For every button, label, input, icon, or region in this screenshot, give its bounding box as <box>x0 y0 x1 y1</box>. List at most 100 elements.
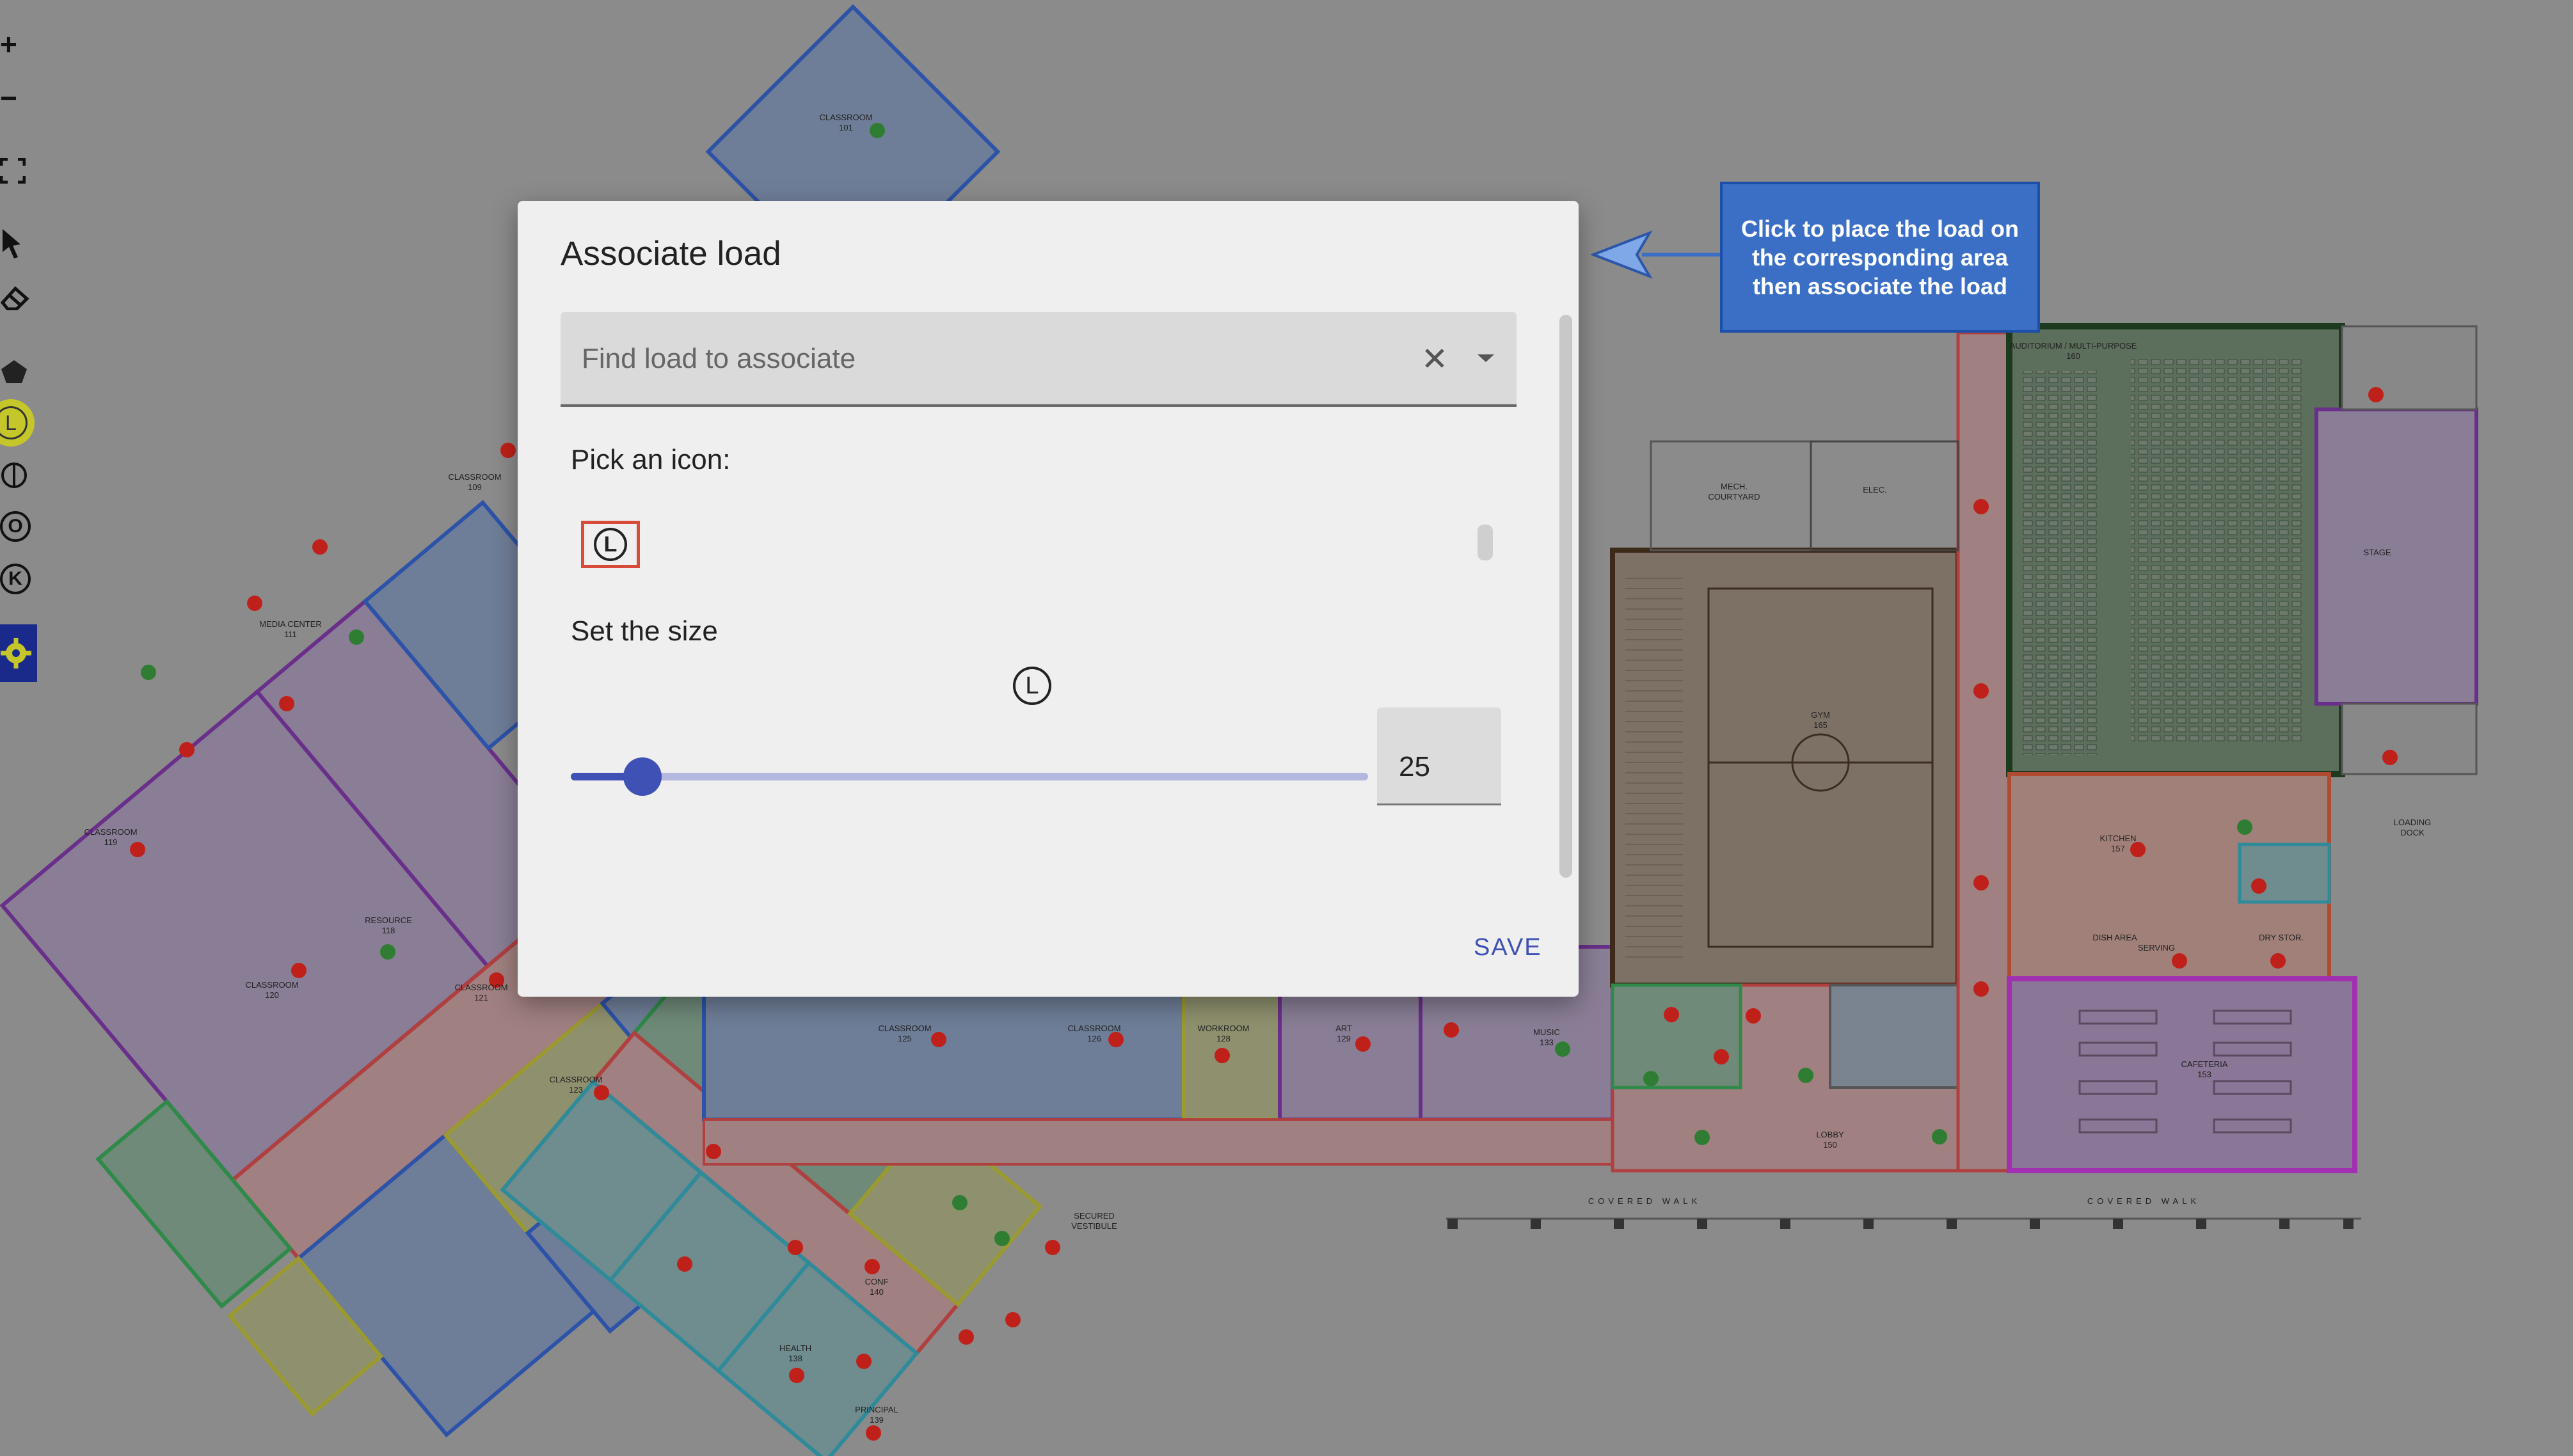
select-tool-button[interactable] <box>0 223 37 265</box>
split-load-tool-button[interactable] <box>0 454 37 496</box>
svg-text:CLASSROOM: CLASSROOM <box>549 1075 602 1084</box>
size-value: 25 <box>1399 751 1430 782</box>
svg-text:138: 138 <box>788 1354 802 1363</box>
size-input[interactable]: 25 <box>1377 708 1501 805</box>
svg-text:CLASSROOM: CLASSROOM <box>84 827 137 837</box>
svg-text:CLASSROOM: CLASSROOM <box>819 113 872 122</box>
svg-text:120: 120 <box>265 990 279 1000</box>
load-search-field[interactable] <box>561 312 1517 407</box>
svg-text:CLASSROOM: CLASSROOM <box>448 472 501 482</box>
size-slider-thumb[interactable] <box>623 757 662 796</box>
load-O-tool-button[interactable]: O <box>0 505 37 548</box>
svg-text:118: 118 <box>382 926 395 935</box>
svg-text:157: 157 <box>2111 844 2125 853</box>
svg-text:GYM: GYM <box>1811 710 1830 720</box>
svg-text:SECURED: SECURED <box>1074 1211 1115 1221</box>
set-size-label: Set the size <box>571 615 718 647</box>
pentagon-icon <box>1 360 27 383</box>
load-O-icon: O <box>0 511 31 542</box>
gear-icon <box>1 638 31 669</box>
svg-text:126: 126 <box>1087 1034 1101 1043</box>
svg-text:109: 109 <box>468 482 482 492</box>
load-L-preview-icon: L <box>1013 667 1051 705</box>
plus-icon: + <box>0 28 17 61</box>
svg-text:119: 119 <box>104 837 118 847</box>
dialog-scrollbar[interactable] <box>1559 315 1572 878</box>
svg-text:HEALTH: HEALTH <box>779 1343 811 1353</box>
svg-text:121: 121 <box>474 993 488 1002</box>
load-L-icon: L <box>594 528 627 561</box>
load-K-tool-button[interactable]: K <box>0 558 37 600</box>
clear-search-button[interactable] <box>1412 335 1458 381</box>
save-button[interactable]: SAVE <box>1474 934 1542 961</box>
zoom-in-button[interactable]: + <box>0 23 37 65</box>
callout-arrow-icon <box>1591 230 1722 279</box>
svg-text:LOBBY: LOBBY <box>1816 1130 1844 1139</box>
load-L-tool-button[interactable]: L <box>0 399 37 447</box>
svg-text:COURTYARD: COURTYARD <box>1708 492 1760 502</box>
svg-text:DISH AREA: DISH AREA <box>2092 933 2137 942</box>
svg-text:139: 139 <box>870 1415 884 1425</box>
svg-text:AUDITORIUM / MULTI-PURPOSE: AUDITORIUM / MULTI-PURPOSE <box>2010 341 2137 351</box>
svg-text:DRY STOR.: DRY STOR. <box>2259 933 2304 942</box>
svg-text:STAGE: STAGE <box>2363 548 2391 557</box>
pick-icon-label: Pick an icon: <box>571 444 731 475</box>
svg-text:128: 128 <box>1216 1034 1231 1043</box>
svg-text:SERVING: SERVING <box>2138 943 2175 953</box>
svg-text:PRINCIPAL: PRINCIPAL <box>855 1405 898 1414</box>
svg-text:160: 160 <box>2066 351 2080 361</box>
svg-text:DOCK: DOCK <box>2400 828 2425 837</box>
load-K-icon: K <box>0 564 31 594</box>
svg-text:CAFETERIA: CAFETERIA <box>2181 1059 2228 1069</box>
icon-option-L[interactable]: L <box>581 521 640 568</box>
selected-tool-highlight: L <box>0 399 35 447</box>
load-L-icon: L <box>0 406 28 439</box>
instruction-callout: Click to place the load on the correspon… <box>1720 182 2040 333</box>
svg-text:CLASSROOM: CLASSROOM <box>1067 1024 1120 1033</box>
settings-tile <box>0 624 37 682</box>
svg-text:140: 140 <box>870 1287 884 1297</box>
svg-text:150: 150 <box>1823 1140 1837 1150</box>
pointer-icon <box>3 229 20 258</box>
dialog-title: Associate load <box>561 235 781 273</box>
svg-text:CLASSROOM: CLASSROOM <box>454 983 507 992</box>
icons-scrollbar[interactable] <box>1478 525 1493 560</box>
svg-text:CLASSROOM: CLASSROOM <box>245 980 298 990</box>
svg-text:129: 129 <box>1337 1034 1351 1043</box>
svg-text:RESOURCE: RESOURCE <box>365 915 412 925</box>
load-search-input[interactable] <box>561 312 1415 406</box>
svg-text:165: 165 <box>1813 720 1828 730</box>
svg-text:101: 101 <box>839 123 853 132</box>
svg-text:123: 123 <box>569 1085 583 1095</box>
svg-text:MECH.: MECH. <box>1721 482 1748 491</box>
open-dropdown-button[interactable] <box>1463 335 1509 381</box>
eraser-icon <box>0 286 29 310</box>
eraser-tool-button[interactable] <box>0 276 37 319</box>
close-icon <box>1425 349 1444 368</box>
svg-text:MEDIA CENTER: MEDIA CENTER <box>259 619 322 629</box>
svg-text:CONF: CONF <box>865 1277 889 1286</box>
fit-screen-button[interactable] <box>0 150 37 192</box>
polygon-tool-button[interactable] <box>0 351 37 393</box>
minus-icon: − <box>0 81 17 115</box>
settings-tool-button[interactable] <box>0 624 37 682</box>
fullscreen-icon <box>0 158 26 184</box>
svg-text:WORKROOM: WORKROOM <box>1198 1024 1250 1033</box>
svg-text:111: 111 <box>284 629 297 639</box>
zoom-out-button[interactable]: − <box>0 77 37 119</box>
chevron-down-icon <box>1478 354 1494 362</box>
svg-text:133: 133 <box>1540 1038 1554 1047</box>
svg-text:VESTIBULE: VESTIBULE <box>1071 1221 1117 1231</box>
half-circle-icon <box>1 463 27 488</box>
svg-text:125: 125 <box>898 1034 912 1043</box>
svg-text:153: 153 <box>2197 1070 2211 1079</box>
callout-text: Click to place the load on the correspon… <box>1741 215 2019 299</box>
svg-text:ELEC.: ELEC. <box>1863 485 1887 495</box>
size-slider-track[interactable] <box>571 773 1368 780</box>
size-preview: L <box>1013 667 1051 705</box>
svg-text:KITCHEN: KITCHEN <box>2099 834 2136 843</box>
svg-text:COVERED WALK: COVERED WALK <box>1588 1196 1701 1206</box>
svg-text:COVERED WALK: COVERED WALK <box>2087 1196 2200 1206</box>
svg-text:LOADING: LOADING <box>2394 818 2432 827</box>
svg-text:ART: ART <box>1335 1024 1352 1033</box>
